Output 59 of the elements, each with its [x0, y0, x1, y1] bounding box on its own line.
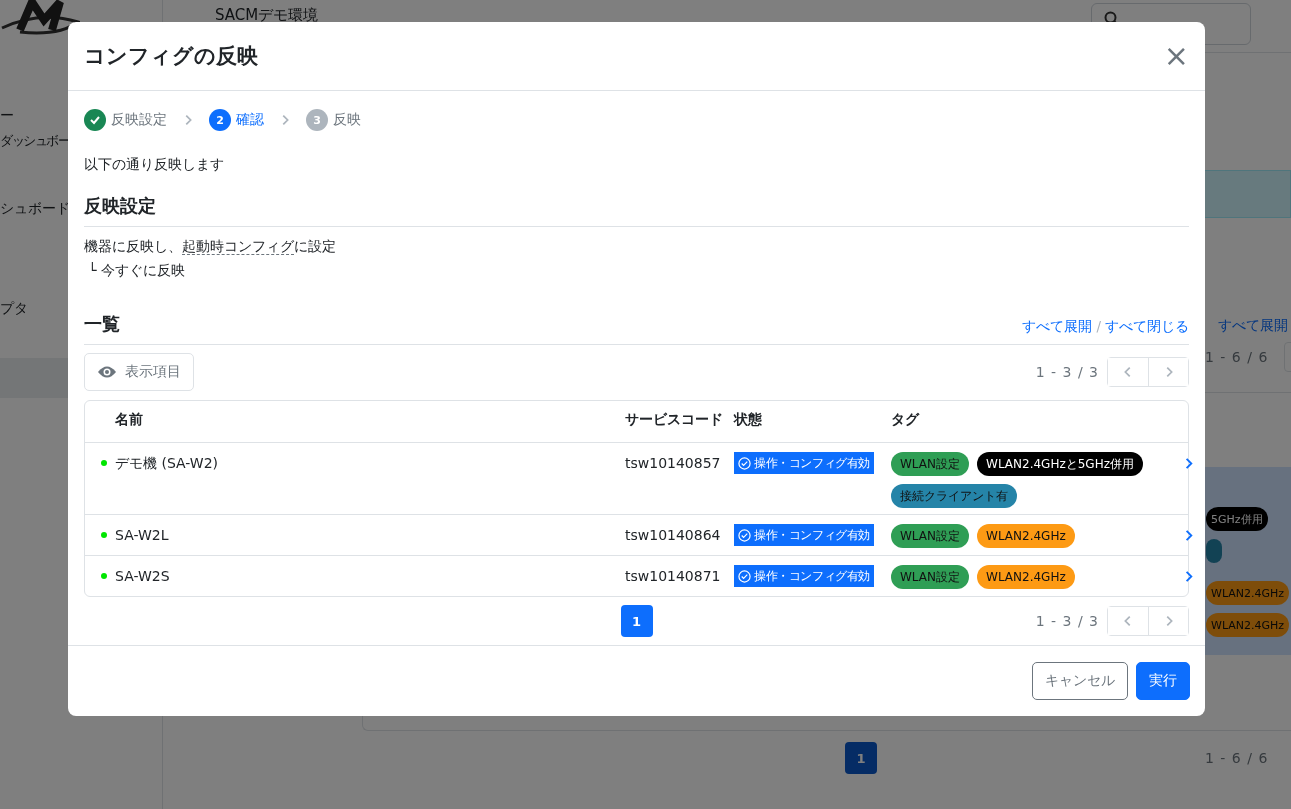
- expand-all-link[interactable]: すべて展開: [1218, 317, 1288, 335]
- device-name: SA-W2S: [115, 567, 171, 586]
- collapse-all-link[interactable]: すべて閉じる: [1105, 318, 1189, 336]
- column-header: 名前: [115, 411, 144, 429]
- check-circle-icon: [738, 528, 751, 542]
- status-badge: 操作・コンフィグ有効: [734, 452, 874, 474]
- tag: WLAN2.4GHz: [1206, 581, 1290, 605]
- check-circle-icon: [738, 456, 751, 470]
- step: 2 確認: [209, 109, 264, 131]
- service-code: tsw10140857: [625, 454, 722, 473]
- expand-all-link[interactable]: すべて展開: [1022, 318, 1093, 336]
- tag: WLAN設定: [891, 565, 969, 589]
- page-button[interactable]: 1: [845, 742, 877, 774]
- range-text: 1 - 3 / 3: [1035, 364, 1099, 380]
- range-text: 1 - 6 / 6: [1205, 750, 1269, 766]
- tag: WLAN2.4GHz: [1206, 613, 1290, 637]
- status-badge: 操作・コンフィグ有効: [734, 524, 874, 546]
- tag: WLAN設定: [891, 452, 969, 476]
- setting-subtext: └ 今すぐに反映: [87, 261, 186, 280]
- step: 反映設定: [84, 109, 167, 131]
- sidebar-item[interactable]: ー: [0, 107, 14, 125]
- close-button[interactable]: ×: [1159, 41, 1193, 71]
- setting-text: 機器に反映し、起動時コンフィグに設定: [84, 237, 337, 257]
- device-name: デモ機 (SA-W2): [115, 454, 220, 473]
- dialog-title: コンフィグの反映: [84, 43, 258, 70]
- page-title: SACMデモ環境: [215, 6, 319, 25]
- tag: 5GHz併用: [1206, 507, 1268, 531]
- next-page-button[interactable]: [1148, 358, 1188, 386]
- column-header: タグ: [891, 411, 921, 429]
- step: 3 反映: [306, 109, 361, 131]
- check-circle-icon: [738, 569, 751, 583]
- page-button[interactable]: 1: [620, 605, 653, 637]
- intro-text: 以下の通り反映します: [84, 156, 225, 174]
- eye-icon: [97, 365, 117, 379]
- check-icon: [89, 114, 101, 126]
- columns-button[interactable]: 表示項目: [84, 353, 194, 391]
- tag: WLAN2.4GHz: [977, 565, 1075, 589]
- tag: WLAN2.4GHzと5GHz併用: [977, 452, 1143, 476]
- link-separator: /: [1096, 318, 1101, 336]
- service-code: tsw10140871: [625, 567, 722, 586]
- tag: WLAN設定: [891, 524, 969, 548]
- cancel-button[interactable]: キャンセル: [1032, 662, 1128, 700]
- section-heading: 一覧: [84, 312, 120, 336]
- range-text: 1 - 3 / 3: [1035, 613, 1099, 629]
- range-text: 1 - 6 / 6: [1205, 349, 1269, 365]
- service-code: tsw10140864: [625, 526, 722, 545]
- section-heading: 反映設定: [84, 194, 156, 218]
- tag: WLAN2.4GHz: [977, 524, 1075, 548]
- run-button[interactable]: 実行: [1136, 662, 1190, 700]
- sidebar-item[interactable]: シュボード: [0, 200, 70, 218]
- column-header: 状態: [734, 411, 763, 429]
- next-page-button[interactable]: [1148, 607, 1188, 635]
- tooltip-term[interactable]: 起動時コンフィグ: [182, 238, 294, 255]
- device-name: SA-W2L: [115, 526, 170, 545]
- tag: [1206, 539, 1222, 563]
- tag: 接続クライアント有: [891, 484, 1017, 508]
- column-header: サービスコード: [625, 411, 724, 429]
- sidebar-item[interactable]: プタ: [0, 300, 28, 318]
- status-badge: 操作・コンフィグ有効: [734, 565, 874, 587]
